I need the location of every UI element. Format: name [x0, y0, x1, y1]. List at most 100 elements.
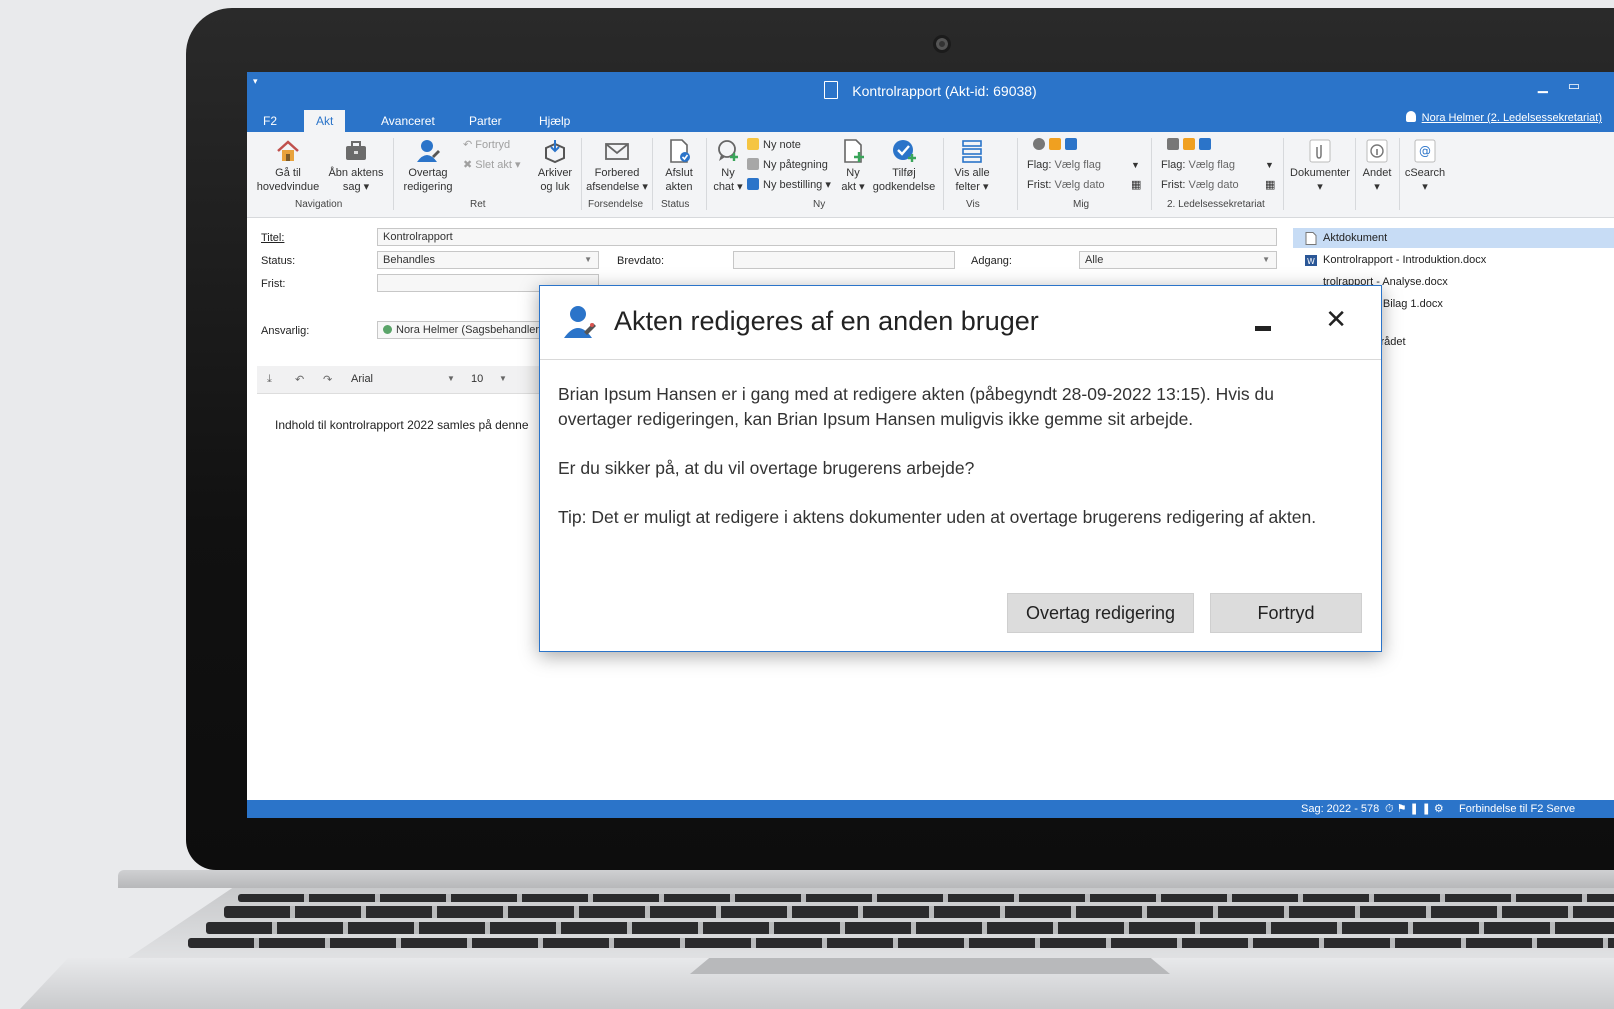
chat-bubble-icon [718, 140, 738, 161]
group-view-label: Vis [966, 199, 980, 210]
group-status-label: Status [661, 199, 690, 210]
me-calendar-icon[interactable]: ▦ [1131, 178, 1141, 192]
tab-f2[interactable]: F2 [251, 110, 289, 132]
save-icon[interactable]: ⤓ [267, 373, 272, 386]
archive-close-button[interactable]: Arkiver og luk [533, 138, 577, 194]
unit-calendar-icon[interactable]: ▦ [1265, 178, 1275, 192]
tab-avanceret[interactable]: Avanceret [369, 110, 447, 132]
deadline-label: Frist: [261, 278, 286, 290]
doc-item-aktdokument[interactable]: Aktdokument [1293, 228, 1614, 248]
maximize-window-button[interactable]: ▭ [1568, 78, 1600, 93]
letter-date-input[interactable] [733, 251, 955, 269]
me-flag-dropdown-icon[interactable]: ▼ [1131, 158, 1140, 172]
font-size-dropdown-icon[interactable]: ▼ [499, 374, 507, 383]
delete-icon: ✖ [463, 159, 476, 171]
paperclip-icon [1309, 139, 1331, 163]
title-input[interactable]: Kontrolrapport [377, 228, 1277, 246]
undo-icon[interactable]: ↶ [295, 373, 304, 386]
laptop-keyboard [128, 888, 1614, 958]
cancel-button[interactable]: Fortryd [1210, 593, 1362, 633]
me-deadline-select[interactable]: Frist: Vælg dato [1027, 178, 1105, 192]
approval-check-icon [893, 140, 916, 162]
status-bar: Sag: 2022 - 578 ⏱⚑❚❚⚙ Forbindelse til F2… [247, 800, 1614, 818]
word-doc-icon: W [1305, 255, 1317, 266]
undo-button[interactable]: ↶ Fortryd [463, 138, 510, 152]
webcam-icon [933, 35, 951, 53]
laptop-hinge [118, 870, 1614, 888]
access-select[interactable]: Alle [1079, 251, 1277, 269]
document-check-icon [670, 139, 690, 163]
online-status-icon [383, 325, 392, 334]
dialog-paragraph-question: Er du sikker på, at du vil overtage brug… [558, 458, 975, 478]
user-edit-icon [417, 140, 440, 162]
font-family-select[interactable]: Arial [351, 373, 373, 385]
new-document-icon [844, 139, 864, 163]
take-over-edit-button[interactable]: Overtag redigering [397, 138, 459, 194]
tab-parter[interactable]: Parter [457, 110, 514, 132]
documents-button[interactable]: Dokumenter ▾ [1287, 138, 1353, 194]
group-new-label: Ny [813, 199, 826, 210]
delete-doc-button[interactable]: ✖ Slet akt ▾ [463, 158, 521, 172]
dialog-minimize-button[interactable] [1255, 326, 1271, 331]
order-icon [747, 178, 759, 190]
at-sign-icon: @ [1414, 139, 1436, 163]
goto-main-window-button[interactable]: Gå til hovedvindue [253, 138, 323, 194]
document-body-text[interactable]: Indhold til kontrolrapport 2022 samles p… [275, 418, 529, 432]
font-family-dropdown-icon[interactable]: ▼ [447, 374, 455, 383]
prepare-sending-button[interactable]: Forbered afsendelse ▾ [585, 138, 649, 194]
info-icon [1366, 139, 1388, 163]
access-label: Adgang: [971, 255, 1012, 267]
envelope-icon [605, 143, 629, 160]
ribbon-tabs: F2 Akt Avanceret Parter Hjælp Nora Helme… [247, 106, 1614, 132]
status-select[interactable]: Behandles [377, 251, 599, 269]
dialog-title: Akten redigeres af en anden bruger [614, 306, 1039, 336]
csearch-button[interactable]: @ cSearch ▾ [1401, 138, 1449, 194]
show-all-fields-button[interactable]: Vis alle felter ▾ [949, 138, 995, 194]
user-edit-icon [564, 306, 596, 338]
edit-conflict-dialog: Akten redigeres af en anden bruger ✕ Bri… [539, 285, 1382, 652]
user-icon [1405, 111, 1416, 122]
new-chat-button[interactable]: Ny chat ▾ [709, 138, 747, 194]
new-note-button[interactable]: Ny note [747, 138, 801, 152]
new-order-button[interactable]: Ny bestilling ▾ [747, 178, 831, 192]
group-sending-label: Forsendelse [588, 199, 644, 210]
window-controls: ▁▭ [1538, 78, 1600, 94]
annotation-icon [747, 158, 759, 170]
doc-item-introduktion[interactable]: W Kontrolrapport - Introduktion.docx [1293, 250, 1614, 270]
other-button[interactable]: Andet ▾ [1357, 138, 1397, 194]
dialog-message: Brian Ipsum Hansen er i gang med at redi… [558, 382, 1348, 554]
take-over-edit-confirm-button[interactable]: Overtag redigering [1007, 593, 1194, 633]
group-unit-label: 2. Ledelsessekretariat [1167, 199, 1265, 210]
close-doc-button[interactable]: Afslut akten [656, 138, 702, 194]
undo-icon: ↶ [463, 139, 476, 151]
tab-hjaelp[interactable]: Hjælp [527, 110, 582, 132]
unit-flag-icons [1167, 138, 1215, 152]
window-title: Kontrolrapport (Akt-id: 69038) [247, 81, 1614, 99]
open-case-button[interactable]: Åbn aktens sag ▾ [325, 138, 387, 194]
new-annotation-button[interactable]: Ny påtegning [747, 158, 828, 172]
current-user-link[interactable]: Nora Helmer (2. Ledelsessekretariat) [1405, 111, 1602, 124]
me-flag-select[interactable]: Flag: Vælg flag [1027, 158, 1101, 172]
dialog-close-button[interactable]: ✕ [1325, 306, 1347, 332]
unit-flag-select[interactable]: Flag: Vælg flag [1161, 158, 1235, 172]
svg-text:W: W [1307, 257, 1315, 266]
dialog-header: Akten redigeres af en anden bruger ✕ [540, 286, 1381, 360]
server-connection-status: Forbindelse til F2 Serve [1459, 803, 1576, 815]
group-navigation-label: Navigation [295, 199, 343, 210]
tab-akt[interactable]: Akt [304, 110, 346, 132]
unit-deadline-select[interactable]: Frist: Vælg dato [1161, 178, 1239, 192]
add-approval-button[interactable]: Tilføj godkendelse [869, 138, 939, 194]
redo-icon[interactable]: ↷ [323, 373, 332, 386]
font-size-select[interactable]: 10 [471, 373, 483, 385]
me-flag-icons [1033, 138, 1081, 152]
status-icons: ⏱⚑❚❚⚙ [1385, 803, 1447, 815]
new-doc-button[interactable]: Ny akt ▾ [835, 138, 871, 194]
minimize-window-button[interactable]: ▁ [1538, 78, 1568, 93]
unit-flag-dropdown-icon[interactable]: ▼ [1265, 158, 1274, 172]
case-number-status[interactable]: Sag: 2022 - 578 [1301, 800, 1379, 818]
house-icon [277, 140, 299, 161]
title-label: Titel: [261, 232, 285, 244]
responsible-label: Ansvarlig: [261, 325, 310, 337]
group-me-label: Mig [1073, 199, 1090, 210]
laptop-trackpad [690, 958, 1170, 974]
